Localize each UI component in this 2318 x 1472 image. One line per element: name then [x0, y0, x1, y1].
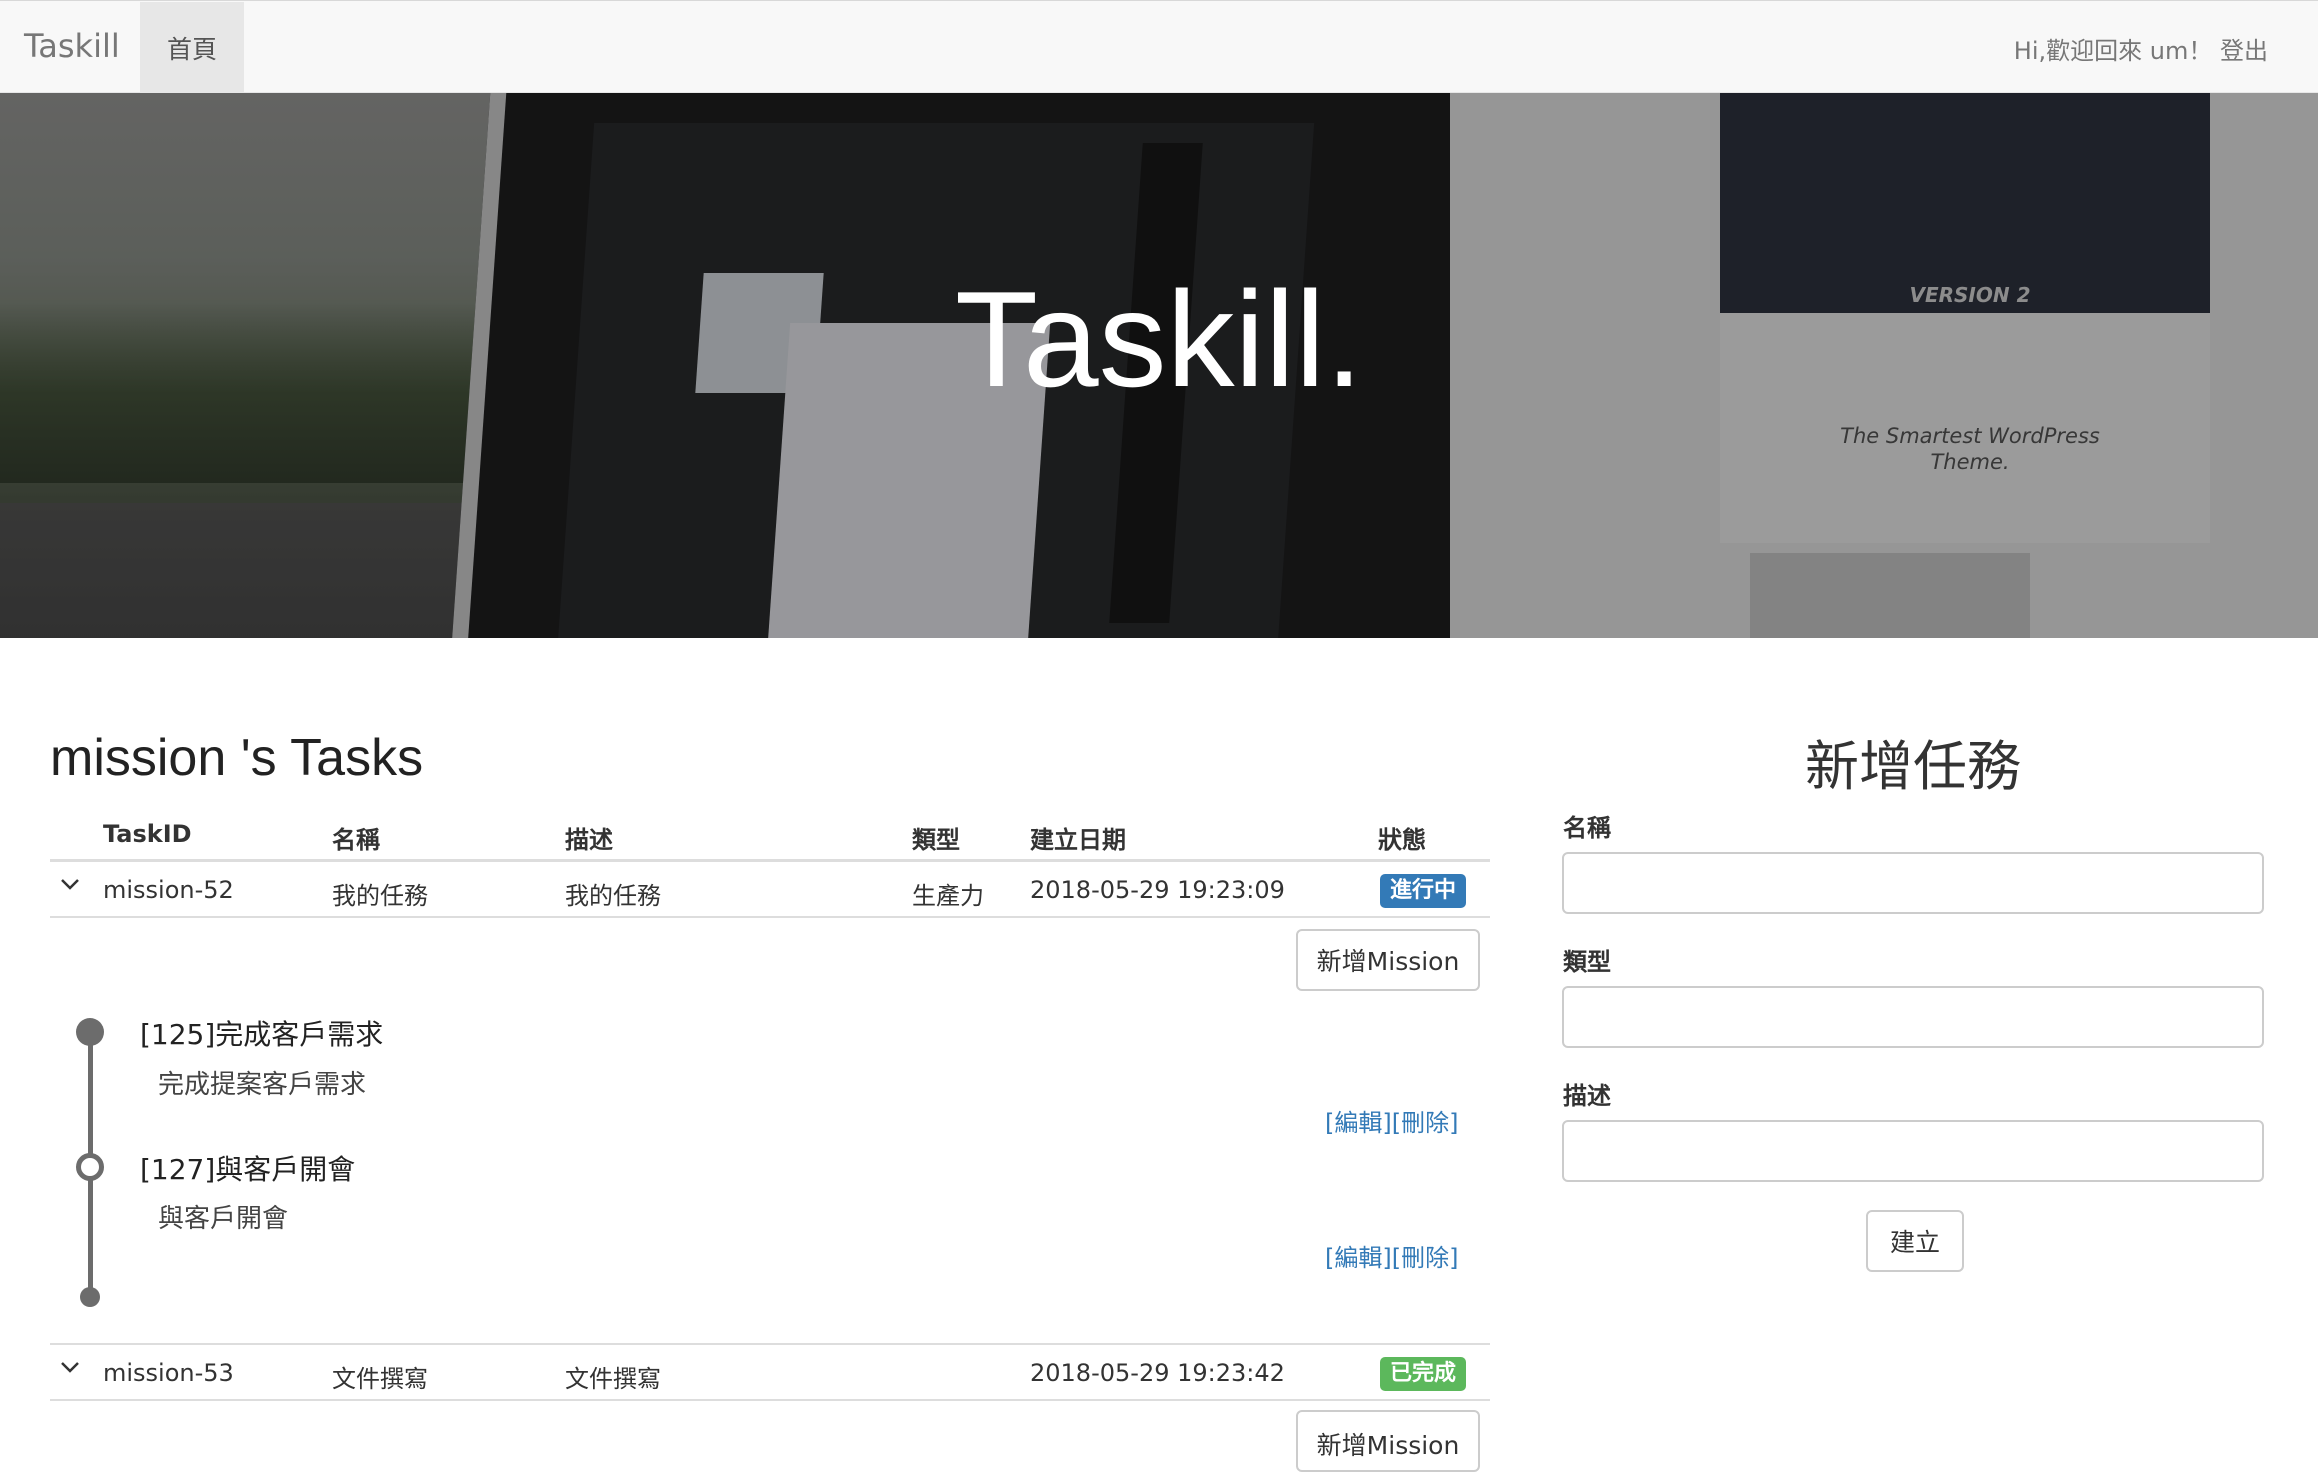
timeline-dot-icon [76, 1153, 104, 1181]
task-date: 2018-05-29 19:23:42 [1030, 1359, 1285, 1387]
timeline-dot-icon [76, 1018, 104, 1046]
task-date: 2018-05-29 19:23:09 [1030, 876, 1285, 904]
nav-home[interactable]: 首頁 [140, 2, 244, 93]
task-desc: 我的任務 [565, 882, 661, 910]
name-label: 名稱 [1563, 814, 1611, 842]
brand-link[interactable]: Taskill [24, 27, 120, 65]
status-badge: 進行中 [1380, 874, 1467, 908]
add-mission-button[interactable]: 新增Mission [1296, 929, 1480, 991]
desc-label: 描述 [1563, 1082, 1611, 1110]
header-status: 狀態 [1378, 826, 1426, 854]
type-input[interactable] [1562, 986, 2264, 1048]
user-menu: Hi,歡迎回來 um！ 登出 [2014, 31, 2268, 66]
mission-actions: [編輯][刪除] [1325, 1238, 1458, 1273]
delete-link[interactable]: [刪除] [1392, 1244, 1459, 1272]
desc-input[interactable] [1562, 1120, 2264, 1182]
chevron-down-icon[interactable] [60, 1357, 80, 1377]
mission-desc: 完成提案客戶需求 [158, 1070, 367, 1100]
task-id: mission-52 [103, 876, 234, 904]
header-name: 名稱 [332, 826, 380, 854]
hero-title: Taskill. [954, 263, 1364, 415]
navbar: Taskill 首頁 Hi,歡迎回來 um！ 登出 [0, 0, 2318, 93]
task-type: 生產力 [912, 882, 984, 910]
task-desc: 文件撰寫 [565, 1365, 661, 1393]
logout-link[interactable]: 登出 [2220, 37, 2268, 65]
header-type: 類型 [912, 826, 960, 854]
delete-link[interactable]: [刪除] [1392, 1109, 1459, 1137]
edit-link[interactable]: [編輯] [1325, 1109, 1392, 1137]
mission-title: [125]完成客戶需求 [140, 1018, 384, 1051]
type-label: 類型 [1563, 948, 1611, 976]
tasks-table: TaskID 名稱 描述 類型 建立日期 狀態 mission-52 我的任務 … [50, 806, 1490, 918]
tasks-table-continued: mission-53 文件撰寫 文件撰寫 2018-05-29 19:23:42… [50, 1343, 1490, 1401]
chevron-down-icon[interactable] [60, 874, 80, 894]
tasks-heading: mission 's Tasks [50, 729, 424, 787]
greeting-text: Hi,歡迎回來 um！ [2013, 37, 2213, 65]
add-mission-button[interactable]: 新增Mission [1296, 1410, 1480, 1472]
edit-link[interactable]: [編輯] [1325, 1244, 1392, 1272]
table-row[interactable]: mission-53 文件撰寫 文件撰寫 2018-05-29 19:23:42… [50, 1345, 1490, 1401]
task-name: 文件撰寫 [332, 1365, 428, 1393]
mission-desc: 與客戶開會 [158, 1204, 289, 1234]
create-button[interactable]: 建立 [1866, 1210, 1964, 1272]
task-id: mission-53 [103, 1359, 234, 1387]
timeline-end-dot-icon [80, 1287, 100, 1307]
mission-title: [127]與客戶開會 [140, 1153, 356, 1186]
table-header: TaskID 名稱 描述 類型 建立日期 狀態 [50, 806, 1490, 862]
header-desc: 描述 [565, 826, 613, 854]
table-row[interactable]: mission-52 我的任務 我的任務 生產力 2018-05-29 19:2… [50, 862, 1490, 918]
status-badge: 已完成 [1380, 1357, 1467, 1391]
header-taskid: TaskID [103, 820, 192, 848]
header-date: 建立日期 [1030, 826, 1126, 854]
form-title: 新增任務 [1805, 735, 2021, 798]
name-input[interactable] [1562, 852, 2264, 914]
hero-banner: VERSION 2 The Smartest WordPress Theme. … [0, 93, 2318, 638]
task-name: 我的任務 [332, 882, 428, 910]
mission-actions: [編輯][刪除] [1325, 1103, 1458, 1138]
